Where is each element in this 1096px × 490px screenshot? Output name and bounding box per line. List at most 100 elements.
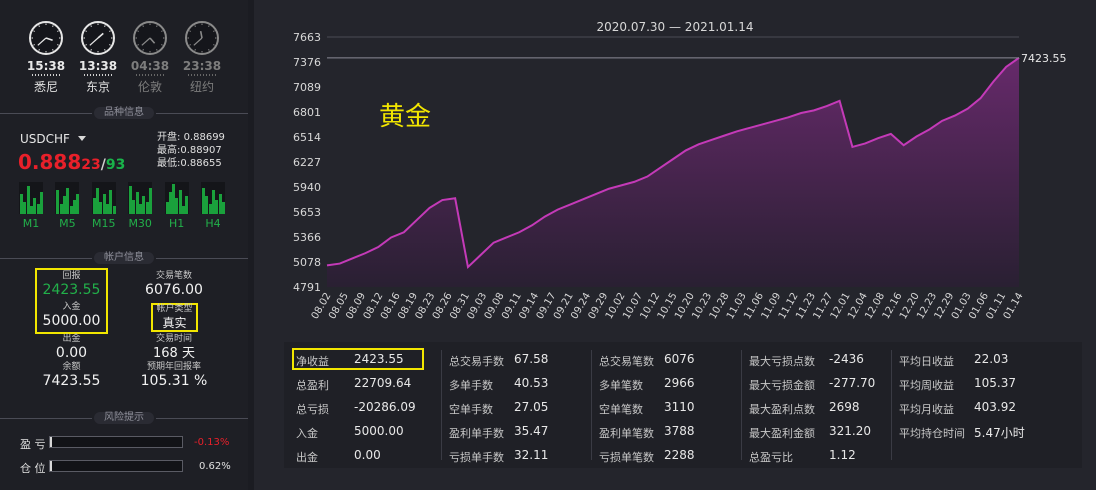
timeframe-h4[interactable]: H4 bbox=[201, 182, 225, 230]
clock-tick bbox=[194, 25, 196, 27]
clock-tick bbox=[52, 25, 54, 27]
last-value-label: 7423.55 bbox=[1021, 52, 1067, 65]
clock-tick bbox=[194, 49, 196, 51]
price-quote: 0.88823/93 bbox=[18, 150, 125, 174]
clock-tick bbox=[33, 44, 35, 46]
withdraw-field: 出金 0.00 bbox=[55, 334, 88, 361]
clock-tick bbox=[213, 30, 215, 32]
ohl-block: 开盘: 0.88699 最高:0.88907 最低:0.88655 bbox=[157, 131, 225, 170]
stat-label: 多单手数 bbox=[449, 379, 493, 392]
timeframe-label: M5 bbox=[59, 217, 76, 230]
stat-value: 32.11 bbox=[514, 448, 549, 462]
signal-bar bbox=[39, 192, 43, 214]
stat-value: 321.20 bbox=[829, 424, 871, 438]
stat-label: 最大盈利点数 bbox=[749, 403, 815, 416]
clock-ticks bbox=[84, 74, 112, 76]
equity-chart: 2020.07.30 — 2021.01.14 4791 5078 5366 5653 5… bbox=[293, 20, 1067, 321]
timeframe-m1[interactable]: M1 bbox=[19, 182, 43, 230]
y-tick-label: 5366 bbox=[293, 231, 321, 244]
clock-time: 15:38 bbox=[26, 59, 66, 73]
analog-clock-icon bbox=[133, 21, 167, 55]
annual-return-field: 预期年回报率 105.31 % bbox=[140, 362, 208, 389]
timeframe-label: H4 bbox=[205, 217, 221, 230]
clock-ticks bbox=[136, 74, 164, 76]
account-type-field: 帐户类型 真实 bbox=[156, 304, 193, 330]
signal-bar bbox=[221, 202, 225, 214]
clock-tick bbox=[57, 30, 59, 32]
stat-label: 最大盈利金额 bbox=[749, 427, 815, 440]
chart-overlay-label: 黄金 bbox=[379, 102, 431, 132]
signal-meter-icon bbox=[19, 182, 43, 214]
stat-label: 平均月收益 bbox=[899, 403, 954, 416]
clock-tick bbox=[142, 25, 144, 27]
symbol-name: USDCHF bbox=[20, 132, 70, 146]
stat-value: 105.37 bbox=[974, 376, 1016, 390]
symbol-selector[interactable]: USDCHF bbox=[20, 132, 86, 146]
clock-tick bbox=[52, 49, 54, 51]
timeframe-m30[interactable]: M30 bbox=[128, 182, 153, 230]
clock-time: 04:38 bbox=[130, 59, 170, 73]
clock-tick bbox=[109, 30, 111, 32]
signal-bar bbox=[185, 196, 189, 214]
y-tick-label: 5653 bbox=[293, 206, 321, 219]
trade-time-field: 交易时间 168 天 bbox=[153, 334, 195, 361]
signal-meter-icon bbox=[91, 182, 116, 214]
pnl-bar-fill bbox=[50, 437, 52, 447]
y-tick-label: 5078 bbox=[293, 256, 321, 269]
stat-value: 27.05 bbox=[514, 400, 549, 414]
stat-value: 40.53 bbox=[514, 376, 549, 390]
clock-tick bbox=[38, 49, 40, 51]
stat-label: 最大亏损金额 bbox=[749, 379, 815, 392]
timeframe-label: H1 bbox=[168, 217, 185, 230]
stat-value: -20286.09 bbox=[354, 400, 416, 414]
stats-divider bbox=[591, 350, 592, 460]
clock-tick bbox=[33, 30, 35, 32]
stat-label: 盈利单手数 bbox=[449, 427, 504, 440]
price-sup: 23 bbox=[81, 157, 101, 173]
return-field: 回报 2423.55 bbox=[42, 271, 101, 298]
clock-tick bbox=[104, 25, 106, 27]
clock-tick bbox=[90, 49, 92, 51]
analog-clock-icon bbox=[81, 21, 115, 55]
stat-label: 亏损单手数 bbox=[449, 451, 504, 464]
world-clocks: 15:38 悉尼 13:38 东京 04:38 伦敦 23:38 纽约 bbox=[0, 0, 248, 104]
position-value: 0.62% bbox=[199, 461, 231, 472]
timeframe-label: M30 bbox=[128, 217, 152, 230]
stat-value: 5.47小时 bbox=[974, 426, 1025, 440]
signal-meter-icon bbox=[201, 182, 225, 214]
left-panel: 15:38 悉尼 13:38 东京 04:38 伦敦 23:38 纽约 品种信息… bbox=[0, 0, 248, 490]
stat-label: 总盈利 bbox=[296, 379, 329, 392]
clock-tick bbox=[109, 44, 111, 46]
clock-ticks bbox=[32, 74, 60, 76]
stat-value: 3788 bbox=[664, 424, 695, 438]
clock-tick bbox=[156, 25, 158, 27]
stat-label: 平均日收益 bbox=[899, 355, 954, 368]
stat-label: 总亏损 bbox=[296, 403, 329, 416]
stats-divider bbox=[891, 350, 892, 460]
clock-ticks bbox=[188, 74, 216, 76]
signal-bar bbox=[112, 206, 116, 214]
y-tick-label: 7089 bbox=[293, 81, 321, 94]
clock-tick bbox=[57, 44, 59, 46]
timeframe-m15[interactable]: M15 bbox=[91, 182, 116, 230]
high-row: 最高:0.88907 bbox=[157, 145, 222, 156]
stats-panel: 净收益 2423.55 总盈利 22709.64 总亏损 -20286.09 入金 5000.… bbox=[284, 342, 1082, 468]
clock-tick bbox=[142, 49, 144, 51]
stat-label: 最大亏损点数 bbox=[749, 355, 815, 368]
timeframe-label: M1 bbox=[22, 217, 40, 230]
stat-label: 空单笔数 bbox=[599, 403, 643, 416]
stat-value: 22.03 bbox=[974, 352, 1009, 366]
clock-tick bbox=[208, 25, 210, 27]
stat-value: -277.70 bbox=[829, 376, 876, 390]
clock-tick bbox=[161, 30, 163, 32]
clock-tokyo: 13:38 东京 bbox=[78, 20, 118, 104]
timeframe-m5[interactable]: M5 bbox=[55, 182, 80, 230]
stat-value: 403.92 bbox=[974, 400, 1016, 414]
stat-label: 多单笔数 bbox=[599, 379, 643, 392]
clock-city: 悉尼 bbox=[33, 80, 58, 94]
deposit-field: 入金 5000.00 bbox=[42, 302, 101, 329]
timeframe-h1[interactable]: H1 bbox=[164, 182, 189, 230]
y-tick-label: 6514 bbox=[293, 131, 321, 144]
clock-city: 东京 bbox=[85, 80, 110, 94]
analog-clock-icon bbox=[185, 21, 219, 55]
